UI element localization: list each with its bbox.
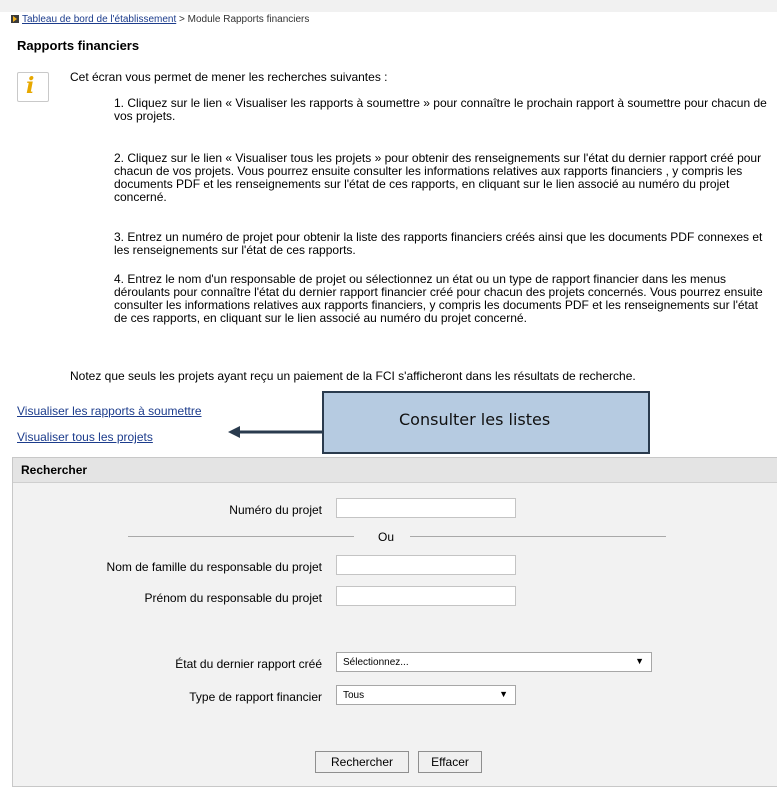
chevron-down-icon: ▼ [499,689,508,699]
divider-right [410,536,666,537]
breadcrumb-arrow-icon [11,15,19,23]
intro-text: Cet écran vous permet de mener les reche… [70,70,388,84]
page-title: Rapports financiers [17,38,140,53]
breadcrumb: Tableau de bord de l'établissement > Mod… [11,14,309,25]
clear-button[interactable]: Effacer [418,751,482,773]
report-state-label: État du dernier rapport créé [175,657,322,671]
instruction-step-4: 4. Entrez le nom d'un responsable de pro… [114,272,763,325]
search-panel-title: Rechercher [21,463,88,477]
search-panel-header: Rechercher [13,458,777,483]
project-number-input[interactable] [336,498,516,518]
report-state-value: Sélectionnez... [343,657,409,668]
first-name-label: Prénom du responsable du projet [144,591,322,605]
divider-left [128,536,354,537]
project-number-label: Numéro du projet [229,503,322,517]
callout-label: Consulter les listes [399,410,551,429]
link-all-projects[interactable]: Visualiser tous les projets [17,430,153,444]
or-separator-label: Ou [378,530,395,544]
instruction-step-1: 1. Cliquez sur le lien « Visualiser les … [114,96,767,123]
info-icon: i [17,72,49,102]
instruction-step-3: 3. Entrez un numéro de projet pour obten… [114,230,763,257]
breadcrumb-link-dashboard[interactable]: Tableau de bord de l'établissement [22,14,176,25]
report-type-label: Type de rapport financier [189,690,322,704]
callout-arrow-icon [228,426,324,438]
first-name-input[interactable] [336,586,516,606]
note-text: Notez que seuls les projets ayant reçu u… [70,369,636,383]
report-state-select[interactable]: Sélectionnez... ▼ [336,652,652,672]
report-type-select[interactable]: Tous ▼ [336,685,516,705]
top-strip [0,0,777,12]
chevron-down-icon: ▼ [635,656,644,666]
last-name-input[interactable] [336,555,516,575]
instruction-step-2: 2. Cliquez sur le lien « Visualiser tous… [114,151,762,204]
report-type-value: Tous [343,690,365,701]
breadcrumb-current: Module Rapports financiers [187,14,310,25]
link-reports-to-submit[interactable]: Visualiser les rapports à soumettre [17,404,202,418]
breadcrumb-separator: > [176,14,188,25]
last-name-label: Nom de famille du responsable du projet [106,560,322,574]
search-button[interactable]: Rechercher [315,751,409,773]
callout-box: Consulter les listes [322,391,650,454]
